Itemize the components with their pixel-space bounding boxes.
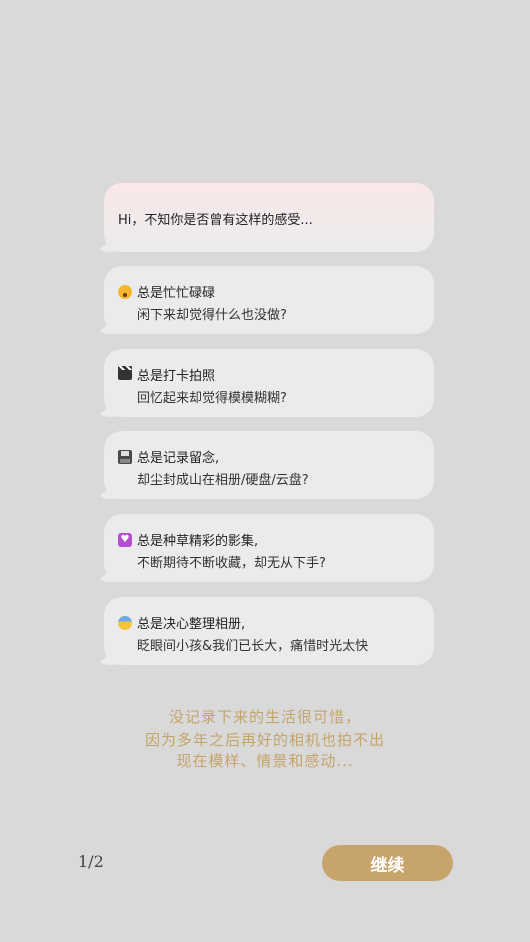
closing-line-2: 因为多年之后再好的相机也拍不出 <box>144 731 385 749</box>
bubble-line1: 总是种草精彩的影集, <box>137 534 259 549</box>
bubble-line1: 总是忙忙碌碌 <box>137 286 216 301</box>
bubble-line2: 回忆起来却觉得模模糊糊? <box>137 391 287 406</box>
bubble-line2: 不断期待不断收藏，却无从下手? <box>137 556 326 571</box>
heart-icon: ♥ <box>118 532 132 547</box>
bubble-line1: 总是打卡拍照 <box>137 369 216 384</box>
message-bubble: 总是打卡拍照 回忆起来却觉得模模糊糊? <box>104 349 434 417</box>
clapperboard-icon <box>118 366 132 380</box>
message-bubble: ♥ 总是种草精彩的影集, 不断期待不断收藏，却无从下手? <box>104 514 434 582</box>
floppy-disk-icon <box>118 449 132 464</box>
bubble-line1: 总是记录留念, <box>137 451 220 466</box>
bubble-line1: 总是决心整理相册, <box>137 617 246 632</box>
bubble-line2: 眨眼间小孩&我们已长大，痛惜时光太快 <box>137 639 369 654</box>
bubble-line2: 却尘封成山在相册/硬盘/云盘? <box>137 473 309 488</box>
fearful-face-icon <box>118 615 132 630</box>
closing-line-1: 没记录下来的生活很可惜， <box>168 708 361 726</box>
closing-line-3: 现在模样、情景和感动... <box>176 752 354 770</box>
message-bubble: 总是记录留念, 却尘封成山在相册/硬盘/云盘? <box>104 431 434 499</box>
continue-button[interactable]: 继续 <box>322 845 453 881</box>
bubble-line2: 闲下来却觉得什么也没做? <box>137 308 287 323</box>
message-bubble: 总是决心整理相册, 眨眼间小孩&我们已长大，痛惜时光太快 <box>104 597 434 665</box>
dizzy-face-icon <box>118 284 132 299</box>
intro-greeting: Hi，不知你是否曾有这样的感受... <box>118 213 313 228</box>
message-bubble: 总是忙忙碌碌 闲下来却觉得什么也没做? <box>104 266 434 334</box>
page-indicator: 1/2 <box>78 852 104 871</box>
intro-bubble: Hi，不知你是否曾有这样的感受... <box>104 183 434 252</box>
